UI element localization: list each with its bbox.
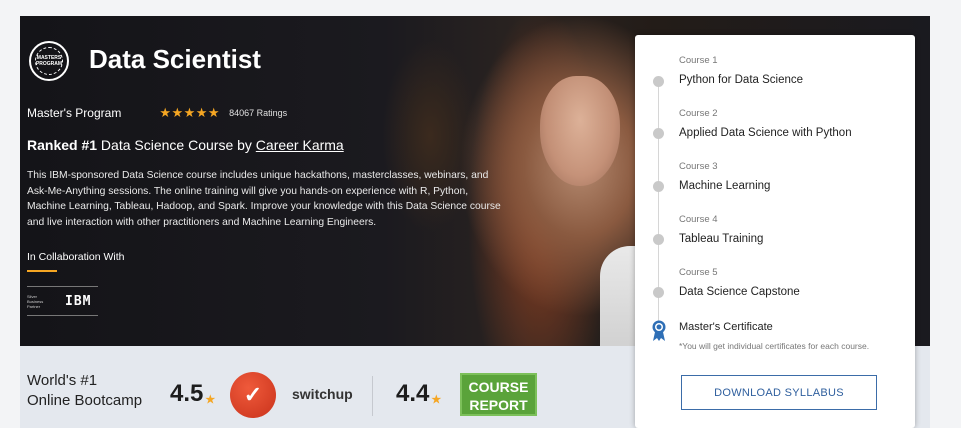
masters-certificate: Master's Certificate *You will get indiv… (679, 321, 869, 351)
course-name: Data Science Capstone (679, 286, 800, 298)
certificate-title: Master's Certificate (679, 321, 773, 333)
timeline-dot (653, 234, 664, 245)
ratings-count: 84067 Ratings (229, 108, 288, 118)
program-type: Master's Program (27, 106, 122, 120)
ibm-partner-logo: Silver Business Partner IBM (27, 286, 98, 316)
course-name: Applied Data Science with Python (679, 127, 852, 139)
course-label: Course 5 (679, 267, 718, 278)
bootcamp-claim-line1: World's #1 (27, 372, 98, 389)
course-name: Machine Learning (679, 180, 771, 192)
switchup-score: 4.5 ★ (170, 380, 215, 408)
course-name: Python for Data Science (679, 74, 804, 86)
rating-stars-icon: ★★★★★ (159, 105, 221, 120)
ratings-divider (372, 376, 373, 416)
course-label: Course 2 (679, 108, 718, 119)
course-item-1[interactable]: Course 1 Python for Data Science (679, 55, 803, 86)
program-info-row: Master's Program ★★★★★ 84067 Ratings (27, 105, 287, 121)
ranking-statement: Ranked #1 Data Science Course by Career … (27, 137, 344, 153)
course-report-score-value: 4.4 (396, 380, 430, 407)
certificate-ribbon-icon (652, 320, 666, 341)
download-syllabus-button[interactable]: DOWNLOAD SYLLABUS (681, 375, 877, 410)
hero-photo-face (540, 76, 620, 186)
ranking-middle: Data Science Course by (97, 137, 256, 153)
course-item-4[interactable]: Course 4 Tableau Training (679, 214, 763, 245)
ibm-logo-text: IBM (65, 293, 92, 309)
course-item-5[interactable]: Course 5 Data Science Capstone (679, 267, 800, 298)
course-description: This IBM-sponsored Data Science course i… (27, 170, 501, 228)
course-report-score: 4.4 ★ (396, 380, 441, 408)
timeline-dot (653, 287, 664, 298)
masters-program-logo-text: MASTERS PROGRAM (35, 47, 63, 75)
ibm-partner-tier: Silver Business Partner (27, 293, 44, 309)
course-page: MASTERS PROGRAM Data Scientist Master's … (20, 16, 930, 428)
course-report-logo: COURSE REPORT (460, 373, 537, 416)
timeline-dot (653, 128, 664, 139)
ranking-prefix: Ranked #1 (27, 137, 98, 153)
course-name: Tableau Training (679, 233, 764, 245)
certificate-note: *You will get individual certificates fo… (679, 341, 870, 351)
syllabus-panel: Course 1 Python for Data Science Course … (635, 35, 915, 428)
course-item-3[interactable]: Course 3 Machine Learning (679, 161, 770, 192)
switchup-score-value: 4.5 (170, 380, 204, 407)
masters-program-logo: MASTERS PROGRAM (29, 41, 69, 81)
career-karma-link[interactable]: Career Karma (256, 137, 344, 153)
bootcamp-claim-line2: Online Bootcamp (27, 392, 143, 409)
course-label: Course 4 (679, 214, 718, 225)
course-label: Course 3 (679, 161, 718, 172)
switchup-name: switchup (292, 386, 353, 402)
timeline-dot (653, 181, 664, 192)
collaboration-label: In Collaboration With (27, 251, 125, 263)
course-label: Course 1 (679, 55, 718, 66)
timeline-dot (653, 76, 664, 87)
bootcamp-claim: World's #1 Online Bootcamp (27, 371, 142, 411)
star-icon: ★ (431, 394, 442, 406)
star-icon: ★ (205, 394, 216, 406)
collaboration-underline (27, 270, 57, 272)
page-title: Data Scientist (89, 44, 261, 74)
course-item-2[interactable]: Course 2 Applied Data Science with Pytho… (679, 108, 852, 139)
switchup-logo-icon: ✓ (230, 372, 276, 418)
